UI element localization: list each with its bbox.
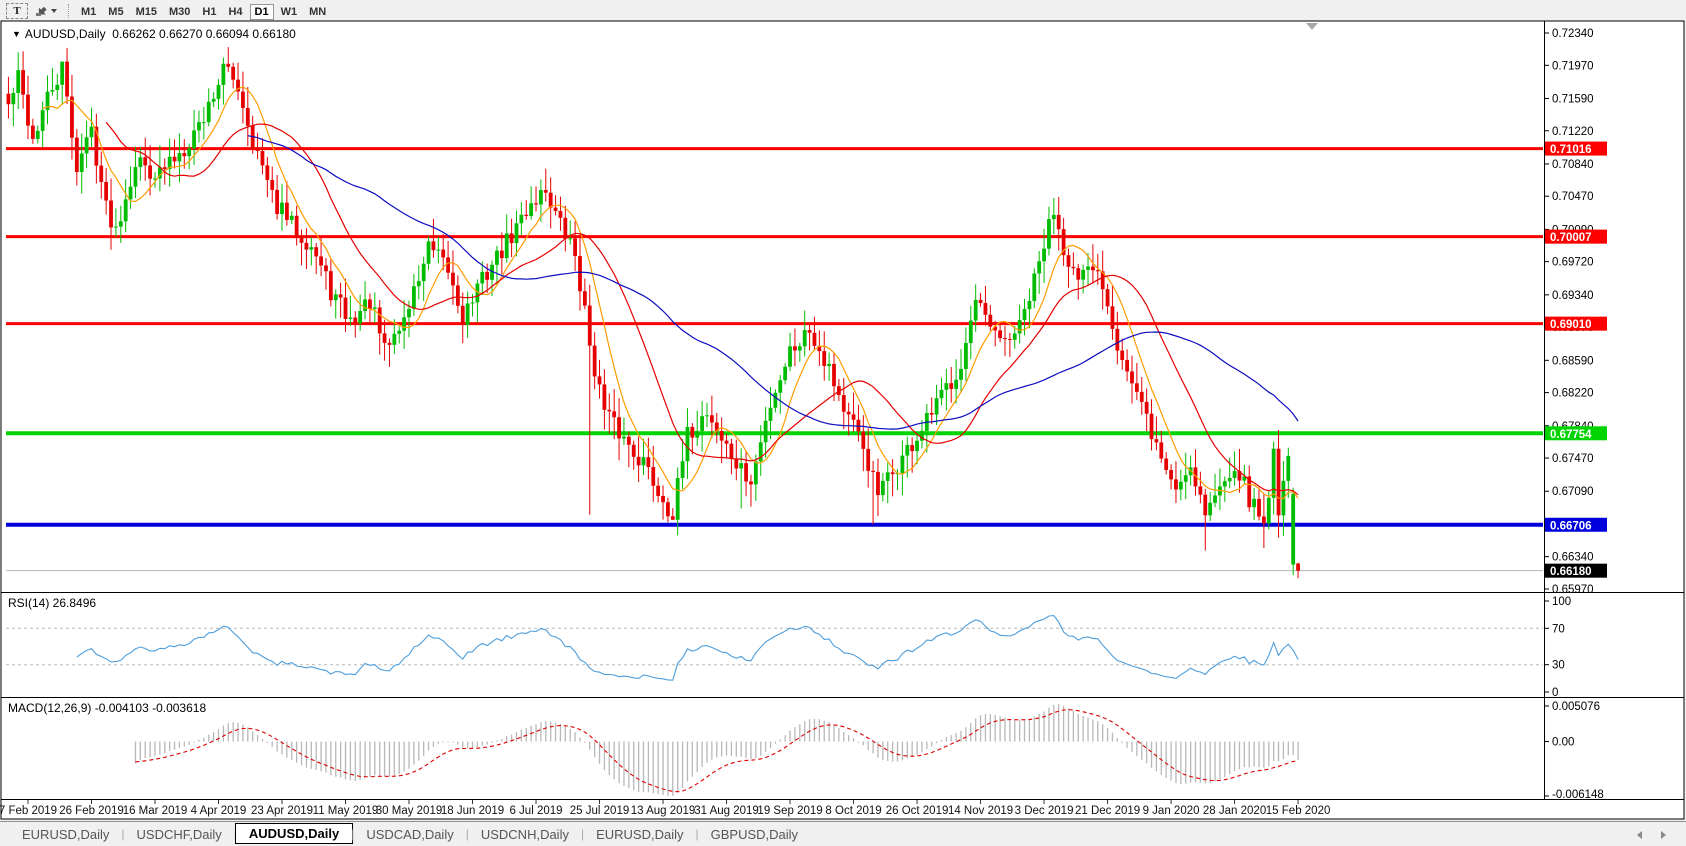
svg-text:28 Jan 2020: 28 Jan 2020 [1203, 805, 1266, 817]
svg-text:26 Feb 2019: 26 Feb 2019 [59, 805, 124, 817]
svg-text:0.68220: 0.68220 [1552, 388, 1594, 400]
chart-symbol: AUDUSD,Daily [25, 27, 106, 41]
svg-text:0.71220: 0.71220 [1552, 126, 1594, 138]
tab-usdchf-daily[interactable]: USDCHF,Daily [123, 825, 236, 844]
svg-text:18 Jun 2019: 18 Jun 2019 [441, 805, 504, 817]
svg-text:3 Dec 2019: 3 Dec 2019 [1015, 805, 1074, 817]
tab-eurusd-daily[interactable]: EURUSD,Daily [8, 825, 123, 844]
svg-text:15 Feb 2020: 15 Feb 2020 [1266, 805, 1331, 817]
svg-text:70: 70 [1552, 623, 1565, 635]
svg-text:6 Jul 2019: 6 Jul 2019 [509, 805, 562, 817]
rsi-indicator-label: RSI(14) 26.8496 [8, 596, 96, 610]
tab-usdcnh-daily[interactable]: USDCNH,Daily [467, 825, 583, 844]
svg-text:0.00: 0.00 [1552, 737, 1574, 749]
tab-gbpusd-daily-6[interactable]: GBPUSD,Daily [697, 825, 812, 844]
svg-text:0.67754: 0.67754 [1550, 429, 1592, 441]
svg-text:30: 30 [1552, 660, 1565, 672]
svg-text:0.66180: 0.66180 [1550, 566, 1592, 578]
svg-text:0.65970: 0.65970 [1552, 584, 1594, 596]
svg-text:0.69010: 0.69010 [1550, 319, 1592, 331]
svg-text:0.005076: 0.005076 [1552, 701, 1600, 713]
svg-text:16 Mar 2019: 16 Mar 2019 [123, 805, 188, 817]
svg-text:0.71970: 0.71970 [1552, 60, 1594, 72]
svg-text:0.67090: 0.67090 [1552, 486, 1594, 498]
terminal-window: T M1M5M15M30H1H4D1W1MN 0.723400.719700.7… [0, 0, 1686, 846]
svg-text:0: 0 [1552, 687, 1558, 699]
chart-title: ▼ AUDUSD,Daily 0.66262 0.66270 0.66094 0.… [12, 27, 296, 41]
svg-text:31 Aug 2019: 31 Aug 2019 [694, 805, 759, 817]
svg-text:0.71590: 0.71590 [1552, 93, 1594, 105]
svg-text:0.69340: 0.69340 [1552, 290, 1594, 302]
chart-canvas[interactable]: 0.72340 0.71970 0.71590 0.71220 0.70840 0.704… [0, 0, 1686, 846]
svg-text:0.71016: 0.71016 [1550, 144, 1592, 156]
tab-usdcad-daily[interactable]: USDCAD,Daily [352, 825, 467, 844]
symbol-tabs: EURUSD,Daily|USDCHF,Daily|AUDUSD,Daily|U… [8, 825, 812, 844]
svg-text:4 Apr 2019: 4 Apr 2019 [191, 805, 247, 817]
tab-audusd-daily[interactable]: AUDUSD,Daily [235, 823, 353, 844]
svg-text:30 May 2019: 30 May 2019 [376, 805, 443, 817]
svg-text:0.67470: 0.67470 [1552, 453, 1594, 465]
svg-text:25 Jul 2019: 25 Jul 2019 [570, 805, 629, 817]
svg-text:0.70470: 0.70470 [1552, 191, 1594, 203]
svg-text:0.72340: 0.72340 [1552, 28, 1594, 40]
tab-scroll-right-icon[interactable] [1661, 831, 1666, 839]
svg-text:11 May 2019: 11 May 2019 [313, 805, 379, 817]
svg-text:8 Oct 2019: 8 Oct 2019 [825, 805, 881, 817]
tab-scroll-left-icon[interactable] [1637, 831, 1642, 839]
svg-text:19 Sep 2019: 19 Sep 2019 [757, 805, 822, 817]
svg-text:13 Aug 2019: 13 Aug 2019 [631, 805, 696, 817]
tab-eurusd-daily-5[interactable]: EURUSD,Daily [582, 825, 697, 844]
svg-text:0.70840: 0.70840 [1552, 159, 1594, 171]
symbol-tab-bar: EURUSD,Daily|USDCHF,Daily|AUDUSD,Daily|U… [0, 821, 1686, 846]
svg-text:0.66706: 0.66706 [1550, 520, 1592, 532]
svg-text:7 Feb 2019: 7 Feb 2019 [0, 805, 57, 817]
svg-text:14 Nov 2019: 14 Nov 2019 [948, 805, 1013, 817]
svg-text:100: 100 [1552, 596, 1571, 608]
svg-text:0.70007: 0.70007 [1550, 232, 1592, 244]
svg-text:0.66340: 0.66340 [1552, 552, 1594, 564]
svg-text:21 Dec 2019: 21 Dec 2019 [1075, 805, 1140, 817]
svg-text:9 Jan 2020: 9 Jan 2020 [1143, 805, 1200, 817]
chart-title-caret-icon: ▼ [12, 29, 21, 39]
macd-indicator-label: MACD(12,26,9) -0.004103 -0.003618 [8, 701, 206, 715]
svg-text:0.69720: 0.69720 [1552, 257, 1594, 269]
svg-text:26 Oct 2019: 26 Oct 2019 [886, 805, 949, 817]
svg-text:0.68590: 0.68590 [1552, 355, 1594, 367]
svg-text:23 Apr 2019: 23 Apr 2019 [251, 805, 313, 817]
chart-ohlc-values: 0.66262 0.66270 0.66094 0.66180 [112, 27, 296, 41]
svg-text:-0.006148: -0.006148 [1552, 789, 1604, 801]
